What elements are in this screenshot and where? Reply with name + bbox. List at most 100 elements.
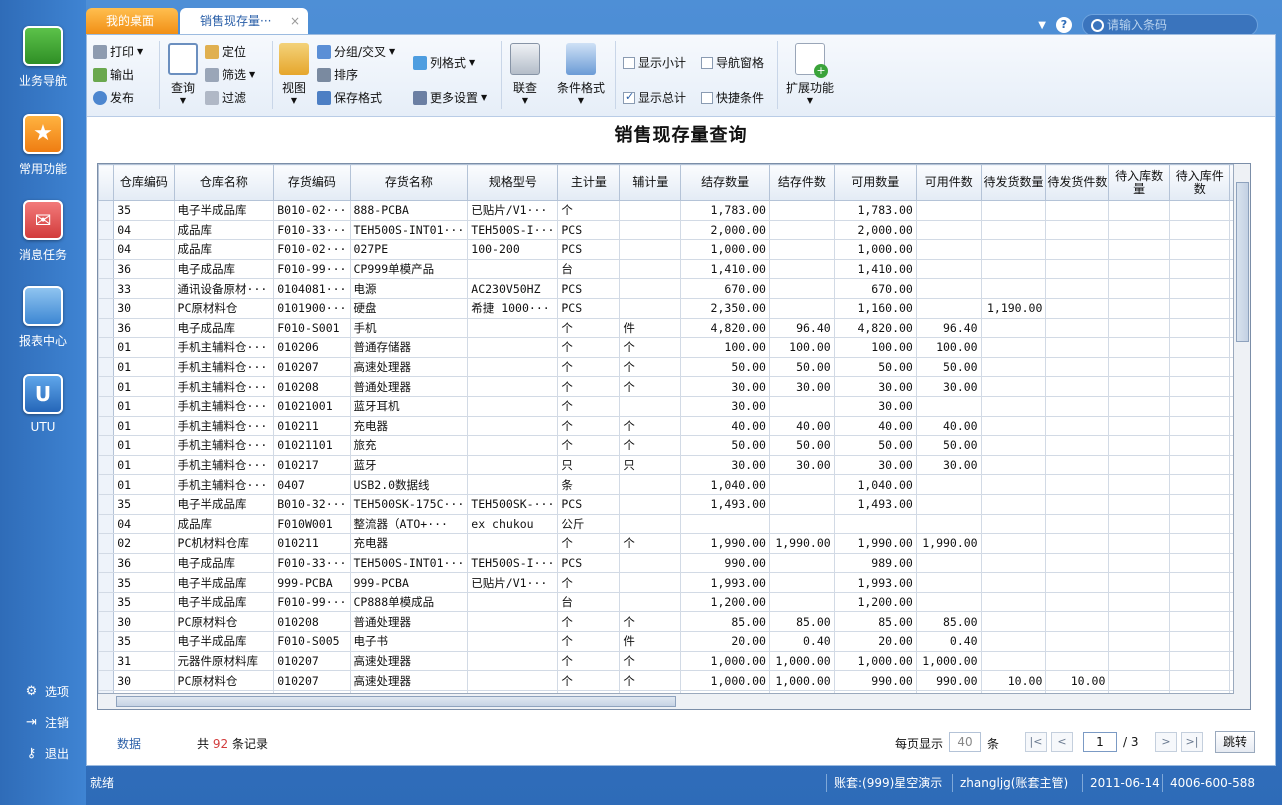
table-cell[interactable] <box>1108 376 1170 397</box>
table-cell[interactable]: 1,000.00 <box>680 650 770 672</box>
table-row[interactable]: 01 手机主辅料仓··· 0407 USB2.0数据线 条 1,040.00 1,040.0… <box>98 474 1250 495</box>
table-cell[interactable]: 10.00 <box>1045 670 1110 691</box>
data-grid[interactable]: 仓库编码 仓库名称 存货编码 存货名称 规格型号 主计量 辅计量 结存数量 结存件数 可用数量 可用… <box>97 163 1251 710</box>
table-cell[interactable] <box>1108 513 1170 535</box>
row-selector[interactable] <box>98 631 115 652</box>
table-cell[interactable]: 50.00 <box>680 356 770 378</box>
horizontal-scrollbar[interactable] <box>98 693 1234 709</box>
table-cell[interactable] <box>467 474 559 495</box>
table-cell[interactable]: TEH500S-INT01··· <box>349 219 469 241</box>
table-cell[interactable] <box>915 278 982 299</box>
table-cell[interactable]: 1,200.00 <box>680 591 770 613</box>
table-cell[interactable]: 40.00 <box>768 415 835 437</box>
export-button[interactable]: 输出 <box>93 66 134 83</box>
table-cell[interactable]: 电子半成品库 <box>173 631 275 652</box>
group-cross-button[interactable]: 分组/交叉 ▼ <box>317 43 395 60</box>
table-cell[interactable]: 台 <box>557 258 621 280</box>
table-cell[interactable]: 个 <box>557 376 621 397</box>
table-cell[interactable]: 个 <box>619 356 682 378</box>
table-cell[interactable] <box>768 513 835 535</box>
table-cell[interactable]: 02 <box>113 533 175 554</box>
column-header[interactable]: 仓库名称 <box>173 164 275 201</box>
table-cell[interactable]: 电子成品库 <box>173 317 275 339</box>
table-cell[interactable]: 35 <box>113 591 175 613</box>
table-cell[interactable] <box>467 395 559 417</box>
row-selector[interactable] <box>98 552 115 574</box>
table-cell[interactable]: 手机主辅料仓··· <box>173 356 275 378</box>
table-cell[interactable] <box>467 611 559 633</box>
table-cell[interactable]: 30.00 <box>680 454 770 476</box>
table-cell[interactable] <box>1045 454 1110 476</box>
table-cell[interactable]: 个 <box>557 415 621 437</box>
search-input[interactable]: 请输入条码 <box>1082 14 1258 36</box>
help-icon[interactable]: ? <box>1056 17 1072 33</box>
table-cell[interactable]: CP999单模产品 <box>349 258 469 280</box>
column-header[interactable]: 存货编码 <box>273 164 351 201</box>
table-cell[interactable]: F010-33··· <box>273 552 351 574</box>
table-cell[interactable]: 50.00 <box>768 435 835 456</box>
table-cell[interactable]: TEH500SK-··· <box>467 493 559 515</box>
table-cell[interactable] <box>1045 356 1110 378</box>
table-cell[interactable]: 高速处理器 <box>349 650 469 672</box>
table-cell[interactable]: F010-S005 <box>273 631 351 652</box>
table-cell[interactable]: 个 <box>557 337 621 358</box>
table-row[interactable]: 35 电子半成品库 B010-02··· 888-PCBA 已贴片/V1··· 个 1,78… <box>98 200 1250 221</box>
row-selector[interactable] <box>98 611 115 633</box>
quick-condition-checkbox[interactable]: 快捷条件 <box>701 89 764 106</box>
table-row[interactable]: 01 手机主辅料仓··· 010207 高速处理器个个 50.00 50.00 50.00 5… <box>98 356 1250 378</box>
save-format-button[interactable]: 保存格式 <box>317 89 382 106</box>
table-cell[interactable]: 充电器 <box>349 533 469 554</box>
table-cell[interactable]: 36 <box>113 317 175 339</box>
table-cell[interactable] <box>1045 631 1110 652</box>
table-cell[interactable] <box>915 219 982 241</box>
sidebar-item-business-nav[interactable]: 业务导航 <box>0 26 86 89</box>
row-selector[interactable] <box>98 513 115 535</box>
table-cell[interactable] <box>467 356 559 378</box>
scroll-thumb[interactable] <box>1236 182 1249 342</box>
table-cell[interactable]: 个 <box>619 670 682 691</box>
table-cell[interactable]: PCS <box>557 219 621 241</box>
table-cell[interactable]: 个 <box>557 200 621 221</box>
table-row[interactable]: 30 PC原材料仓 010208 普通处理器个个 85.00 85.00 85.00 85.0… <box>98 611 1250 633</box>
table-cell[interactable]: 990.00 <box>833 670 917 691</box>
table-cell[interactable] <box>768 552 835 574</box>
table-cell[interactable]: 999-PCBA <box>349 572 469 593</box>
table-cell[interactable]: 01 <box>113 376 175 397</box>
table-cell[interactable]: 96.40 <box>915 317 982 339</box>
table-cell[interactable]: 100.00 <box>833 337 917 358</box>
table-cell[interactable]: 个 <box>619 533 682 554</box>
table-cell[interactable]: 85.00 <box>680 611 770 633</box>
table-cell[interactable] <box>1108 493 1170 515</box>
page-input[interactable]: 1 <box>1083 732 1117 752</box>
table-row[interactable]: 30 PC原材料仓 0101900··· 硬盘 希捷 1000··· PCS 2,350.0… <box>98 297 1250 319</box>
row-selector[interactable] <box>98 474 115 495</box>
table-cell[interactable]: 30 <box>113 611 175 633</box>
table-cell[interactable]: 电子半成品库 <box>173 493 275 515</box>
table-row[interactable]: 01 手机主辅料仓··· 010208 普通处理器个个 30.00 30.00 30.00 3… <box>98 376 1250 397</box>
table-cell[interactable]: 只 <box>557 454 621 476</box>
table-cell[interactable]: 个 <box>557 317 621 339</box>
table-cell[interactable]: 普通存储器 <box>349 337 469 358</box>
table-row[interactable]: 36 电子成品库 F010-S001 手机个件 4,820.00 96.40 4,820.0… <box>98 317 1250 339</box>
table-cell[interactable] <box>1108 650 1170 672</box>
table-cell[interactable] <box>915 552 982 574</box>
table-cell[interactable]: 30.00 <box>915 454 982 476</box>
table-cell[interactable]: 30 <box>113 297 175 319</box>
table-cell[interactable] <box>980 454 1047 476</box>
table-cell[interactable] <box>619 395 682 417</box>
table-cell[interactable]: 85.00 <box>833 611 917 633</box>
table-cell[interactable]: 1,040.00 <box>833 474 917 495</box>
publish-button[interactable]: 发布 <box>93 89 134 106</box>
sidebar-item-utu[interactable]: U UTU <box>0 374 86 434</box>
column-header[interactable]: 结存数量 <box>680 164 770 201</box>
table-cell[interactable] <box>915 474 982 495</box>
table-cell[interactable]: 40.00 <box>833 415 917 437</box>
table-cell[interactable]: 电子书 <box>349 631 469 652</box>
table-cell[interactable]: 010211 <box>273 415 351 437</box>
table-cell[interactable]: 35 <box>113 572 175 593</box>
table-cell[interactable]: 1,990.00 <box>768 533 835 554</box>
table-cell[interactable]: 充电器 <box>349 415 469 437</box>
table-cell[interactable] <box>1045 376 1110 397</box>
table-cell[interactable]: 01021001 <box>273 395 351 417</box>
next-page-button[interactable]: > <box>1155 732 1177 752</box>
